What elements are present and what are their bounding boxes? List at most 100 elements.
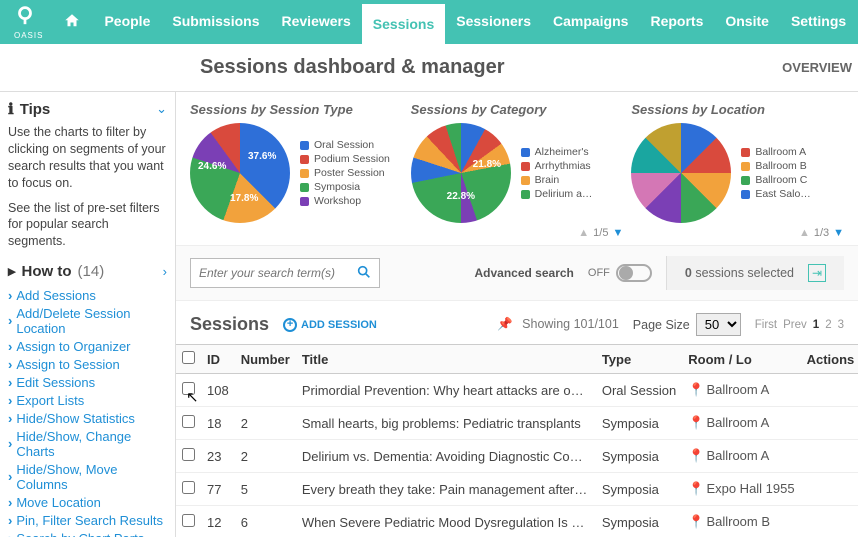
nav-sessioners[interactable]: Sessioners xyxy=(445,1,542,44)
howto-item[interactable]: Hide/Show Statistics xyxy=(8,409,167,427)
howto-item[interactable]: Add Sessions xyxy=(8,286,167,304)
pager-3[interactable]: 3 xyxy=(838,319,844,331)
cell-number: 5 xyxy=(235,473,296,506)
charts-row: Sessions by Session Type 37.6% 17.8% 24.… xyxy=(176,92,858,246)
nav-reports[interactable]: Reports xyxy=(639,1,714,44)
col-header[interactable] xyxy=(176,345,201,374)
col-header[interactable]: Room / Lo xyxy=(682,345,800,374)
advanced-search-link[interactable]: Advanced search xyxy=(475,266,574,280)
cell-actions[interactable] xyxy=(801,473,858,506)
legend-item[interactable]: Arrhythmias xyxy=(521,160,593,172)
cell-number: 2 xyxy=(235,440,296,473)
pager-first[interactable]: First xyxy=(755,319,777,331)
howto-item[interactable]: Assign to Organizer xyxy=(8,337,167,355)
table-row[interactable]: 775Every breath they take: Pain manageme… xyxy=(176,473,858,506)
legend-item[interactable]: Brain xyxy=(521,174,593,186)
howto-item[interactable]: Export Lists xyxy=(8,391,167,409)
pager-2[interactable]: 2 xyxy=(825,319,831,331)
col-header[interactable]: ID xyxy=(201,345,235,374)
howto-item[interactable]: Add/Delete Session Location xyxy=(8,304,167,337)
sessions-header: Sessions + ADD SESSION 📌 Showing 101/101… xyxy=(176,301,858,344)
legend-item[interactable]: Ballroom A xyxy=(741,146,810,158)
pie-category[interactable]: 21.8% 22.8% xyxy=(411,123,511,223)
selected-label: sessions selected xyxy=(695,266,794,280)
legend-item[interactable]: Ballroom B xyxy=(741,160,810,172)
chart-session-type[interactable]: Sessions by Session Type 37.6% 17.8% 24.… xyxy=(190,102,403,239)
nav-campaigns[interactable]: Campaigns xyxy=(542,1,639,44)
table-row[interactable]: 182Small hearts, big problems: Pediatric… xyxy=(176,407,858,440)
pie-session-type[interactable]: 37.6% 17.8% 24.6% xyxy=(190,123,290,223)
pager-prev[interactable]: Prev xyxy=(783,319,807,331)
table-row[interactable]: 126When Severe Pediatric Mood Dysregulat… xyxy=(176,506,858,537)
legend-item[interactable]: Oral Session xyxy=(300,139,390,151)
cell-id: 12 xyxy=(201,506,235,537)
howto-item[interactable]: Hide/Show, Move Columns xyxy=(8,460,167,493)
tips-toggle[interactable]: ℹTips ⌄ xyxy=(8,100,167,118)
table-row[interactable]: 108Primordial Prevention: Why heart atta… xyxy=(176,374,858,407)
nav-people[interactable]: People xyxy=(93,1,161,44)
cell-actions[interactable] xyxy=(801,440,858,473)
cell-actions[interactable] xyxy=(801,506,858,537)
row-checkbox[interactable] xyxy=(182,481,195,494)
pager-1[interactable]: 1 xyxy=(813,319,819,331)
col-header[interactable]: Actions xyxy=(801,345,858,374)
howto-item[interactable]: Edit Sessions xyxy=(8,373,167,391)
tips-p2: See the list of pre-set filters for popu… xyxy=(8,200,167,251)
legend: Alzheimer's Arrhythmias Brain Delirium a… xyxy=(521,144,593,202)
nav-items: PeopleSubmissionsReviewersSessionsSessio… xyxy=(93,1,858,44)
legend-item[interactable]: Delirium a… xyxy=(521,188,593,200)
cell-room: 📍Ballroom A xyxy=(682,374,800,407)
search-icon[interactable] xyxy=(356,264,372,283)
home-icon[interactable] xyxy=(53,12,91,33)
select-all-checkbox[interactable] xyxy=(182,351,195,364)
pie-location[interactable] xyxy=(631,123,731,223)
legend-item[interactable]: Podium Session xyxy=(300,153,390,165)
row-checkbox[interactable] xyxy=(182,382,195,395)
overview-link[interactable]: OVERVIEW xyxy=(782,60,858,75)
chart-pager[interactable]: ▲1/3▼ xyxy=(631,227,844,239)
export-icon[interactable]: ⇥ xyxy=(808,264,826,282)
brand-logo[interactable]: OASIS xyxy=(6,4,51,40)
row-checkbox[interactable] xyxy=(182,448,195,461)
search-input[interactable] xyxy=(190,258,380,288)
col-header[interactable]: Title xyxy=(296,345,596,374)
legend-item[interactable]: Alzheimer's xyxy=(521,146,593,158)
legend-item[interactable]: Poster Session xyxy=(300,167,390,179)
cell-actions[interactable] xyxy=(801,407,858,440)
cell-number xyxy=(235,374,296,407)
page-size-select[interactable]: 50 xyxy=(696,313,741,336)
nav-reviewers[interactable]: Reviewers xyxy=(271,1,362,44)
howto-item[interactable]: Pin, Filter Search Results xyxy=(8,511,167,529)
howto-item[interactable]: Move Location xyxy=(8,493,167,511)
table-row[interactable]: 232Delirium vs. Dementia: Avoiding Diagn… xyxy=(176,440,858,473)
chart-location[interactable]: Sessions by Location Ballroom ABallroom … xyxy=(631,102,844,239)
cell-actions[interactable] xyxy=(801,374,858,407)
howto-item[interactable]: Assign to Session xyxy=(8,355,167,373)
cell-number: 6 xyxy=(235,506,296,537)
nav-submissions[interactable]: Submissions xyxy=(161,1,270,44)
col-header[interactable]: Type xyxy=(596,345,682,374)
cell-type: Symposia xyxy=(596,407,682,440)
location-icon: 📍 xyxy=(688,481,704,496)
pin-icon[interactable]: 📌 xyxy=(497,317,513,331)
location-icon: 📍 xyxy=(688,382,704,397)
legend-item[interactable]: Ballroom C xyxy=(741,174,810,186)
legend-item[interactable]: Workshop xyxy=(300,195,390,207)
row-checkbox[interactable] xyxy=(182,415,195,428)
col-header[interactable]: Number xyxy=(235,345,296,374)
advanced-toggle[interactable]: OFF xyxy=(588,264,652,282)
row-checkbox[interactable] xyxy=(182,514,195,527)
howto-item[interactable]: Search by Chart Parts xyxy=(8,529,167,537)
chart-pager[interactable]: ▲1/5▼ xyxy=(411,227,624,239)
add-session-button[interactable]: + ADD SESSION xyxy=(283,318,377,332)
howto-item[interactable]: Hide/Show, Change Charts xyxy=(8,427,167,460)
toggle-pill[interactable] xyxy=(616,264,652,282)
chart-category[interactable]: Sessions by Category 21.8% 22.8% Alzheim… xyxy=(411,102,624,239)
howto-toggle[interactable]: ▸How to (14) › xyxy=(8,262,167,280)
legend-item[interactable]: Symposia xyxy=(300,181,390,193)
cell-title: When Severe Pediatric Mood Dysregulation… xyxy=(296,506,596,537)
nav-settings[interactable]: Settings xyxy=(780,1,857,44)
legend-item[interactable]: East Salo… xyxy=(741,188,810,200)
nav-sessions[interactable]: Sessions xyxy=(362,1,445,44)
nav-onsite[interactable]: Onsite xyxy=(714,1,780,44)
